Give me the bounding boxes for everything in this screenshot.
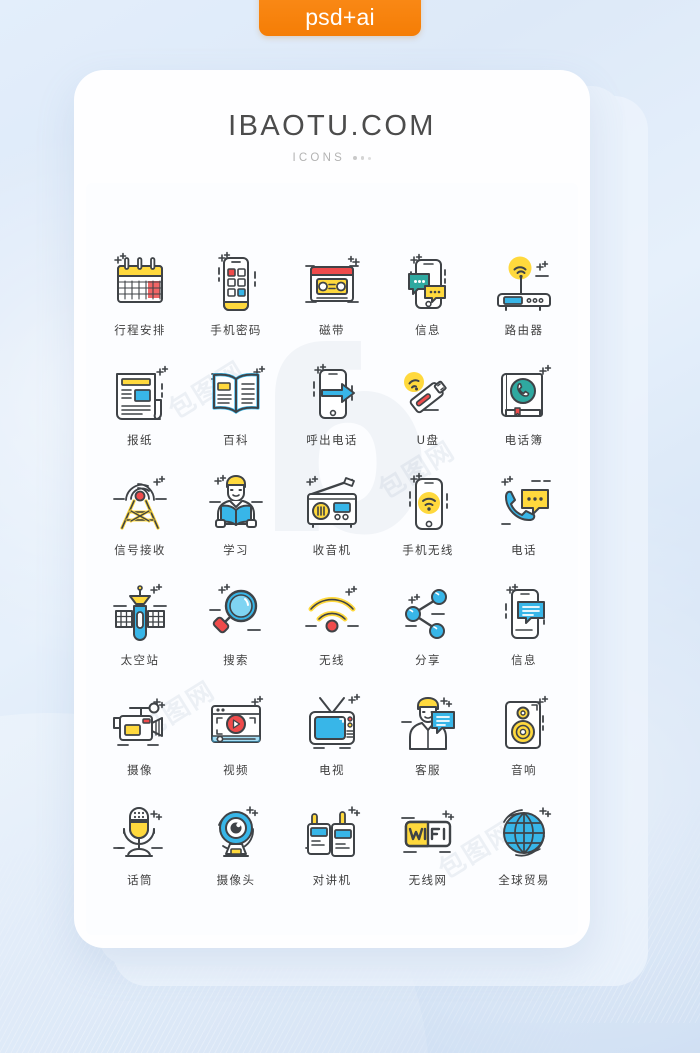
message-chat-icon	[391, 248, 465, 320]
icon-label: 对讲机	[312, 873, 352, 887]
icon-label: 搜索	[223, 653, 249, 667]
sheet-header: IBAOTU.COM ICONS	[74, 70, 590, 164]
phone-book-icon	[487, 358, 561, 430]
page-subtitle-row: ICONS	[74, 152, 590, 164]
icon-cell[interactable]: 分享	[380, 578, 476, 688]
search-magnifier-icon	[199, 578, 273, 650]
video-camera-icon	[103, 688, 177, 760]
icon-label: 报纸	[127, 433, 153, 447]
icon-cell[interactable]: 路由器	[476, 248, 572, 358]
icon-cell[interactable]: 音响	[476, 688, 572, 798]
icon-cell[interactable]: 信号接收	[92, 468, 188, 578]
icon-cell[interactable]: 全球贸易	[476, 798, 572, 908]
icon-label: 音响	[511, 763, 537, 777]
usb-drive-icon	[391, 358, 465, 430]
icon-cell[interactable]: 磁带	[284, 248, 380, 358]
icon-cell[interactable]: 电视	[284, 688, 380, 798]
icon-label: 太空站	[120, 653, 160, 667]
page-subtitle: ICONS	[292, 152, 345, 164]
space-station-icon	[103, 578, 177, 650]
share-network-icon	[391, 578, 465, 650]
outgoing-call-icon	[295, 358, 369, 430]
microphone-icon	[103, 798, 177, 870]
webcam-icon	[199, 798, 273, 870]
icon-label: 行程安排	[114, 323, 166, 337]
calendar-schedule-icon	[103, 248, 177, 320]
icon-label: 分享	[415, 653, 441, 667]
icon-label: 手机密码	[210, 323, 262, 337]
icon-cell[interactable]: 太空站	[92, 578, 188, 688]
icon-label: 百科	[223, 433, 249, 447]
icon-cell[interactable]: 收音机	[284, 468, 380, 578]
icon-cell[interactable]: 百科	[188, 358, 284, 468]
icon-grid: 行程安排 手机密码 磁带 信息 路由器 报纸 百科 呼出电话 U盘 电话簿 信号…	[74, 248, 590, 908]
globe-trade-icon	[487, 798, 561, 870]
psd-ai-badge-label: psd+ai	[305, 4, 375, 30]
icon-cell[interactable]: 电话簿	[476, 358, 572, 468]
icon-label: U盘	[416, 433, 440, 447]
customer-service-icon	[391, 688, 465, 760]
newspaper-icon	[103, 358, 177, 430]
icon-label: 话筒	[127, 873, 153, 887]
icon-cell[interactable]: 信息	[380, 248, 476, 358]
signal-tower-icon	[103, 468, 177, 540]
icon-cell[interactable]: 手机密码	[188, 248, 284, 358]
phone-wireless-icon	[391, 468, 465, 540]
icon-sheet-card: IBAOTU.COM ICONS ɓ 包图网 包图网 包图网 包图网 行程安排 …	[74, 70, 590, 948]
icon-cell[interactable]: 视频	[188, 688, 284, 798]
icon-cell[interactable]: 行程安排	[92, 248, 188, 358]
page-title: IBAOTU.COM	[228, 110, 436, 142]
icon-label: 呼出电话	[306, 433, 358, 447]
icon-cell[interactable]: U盘	[380, 358, 476, 468]
icon-label: 客服	[415, 763, 441, 777]
telephone-icon	[487, 468, 561, 540]
icon-label: 学习	[223, 543, 249, 557]
icon-cell[interactable]: 摄像头	[188, 798, 284, 908]
radio-icon	[295, 468, 369, 540]
cassette-tape-icon	[295, 248, 369, 320]
icon-label: 手机无线	[402, 543, 454, 557]
study-reading-icon	[199, 468, 273, 540]
router-icon	[487, 248, 561, 320]
icon-cell[interactable]: 手机无线	[380, 468, 476, 578]
icon-label: 视频	[223, 763, 249, 777]
icon-cell[interactable]: 呼出电话	[284, 358, 380, 468]
icon-label: 收音机	[312, 543, 352, 557]
television-icon	[295, 688, 369, 760]
icon-cell[interactable]: 报纸	[92, 358, 188, 468]
icon-label: 摄像头	[216, 873, 256, 887]
icon-cell[interactable]: 信息	[476, 578, 572, 688]
icon-cell[interactable]: 搜索	[188, 578, 284, 688]
icon-label: 无线	[319, 653, 345, 667]
icon-label: 磁带	[319, 323, 345, 337]
phone-message-icon	[487, 578, 561, 650]
psd-ai-badge: psd+ai	[259, 0, 421, 36]
phone-password-icon	[199, 248, 273, 320]
icon-label: 电话簿	[504, 433, 544, 447]
wifi-sign-icon	[391, 798, 465, 870]
speaker-audio-icon	[487, 688, 561, 760]
icon-label: 路由器	[504, 323, 544, 337]
icon-label: 信息	[511, 653, 537, 667]
encyclopedia-book-icon	[199, 358, 273, 430]
icon-cell[interactable]: 摄像	[92, 688, 188, 798]
icon-cell[interactable]: 电话	[476, 468, 572, 578]
icon-cell[interactable]: 无线网	[380, 798, 476, 908]
icon-label: 信息	[415, 323, 441, 337]
icon-label: 摄像	[127, 763, 153, 777]
icon-label: 无线网	[408, 873, 448, 887]
icon-cell[interactable]: 对讲机	[284, 798, 380, 908]
icon-label: 电话	[511, 543, 537, 557]
icon-cell[interactable]: 客服	[380, 688, 476, 798]
icon-label: 全球贸易	[498, 873, 550, 887]
walkie-talkie-icon	[295, 798, 369, 870]
wireless-wifi-icon	[295, 578, 369, 650]
icon-label: 电视	[319, 763, 345, 777]
icon-label: 信号接收	[114, 543, 166, 557]
icon-cell[interactable]: 无线	[284, 578, 380, 688]
video-player-icon	[199, 688, 273, 760]
icon-cell[interactable]: 学习	[188, 468, 284, 578]
icon-cell[interactable]: 话筒	[92, 798, 188, 908]
subtitle-dots-icon	[352, 156, 372, 160]
